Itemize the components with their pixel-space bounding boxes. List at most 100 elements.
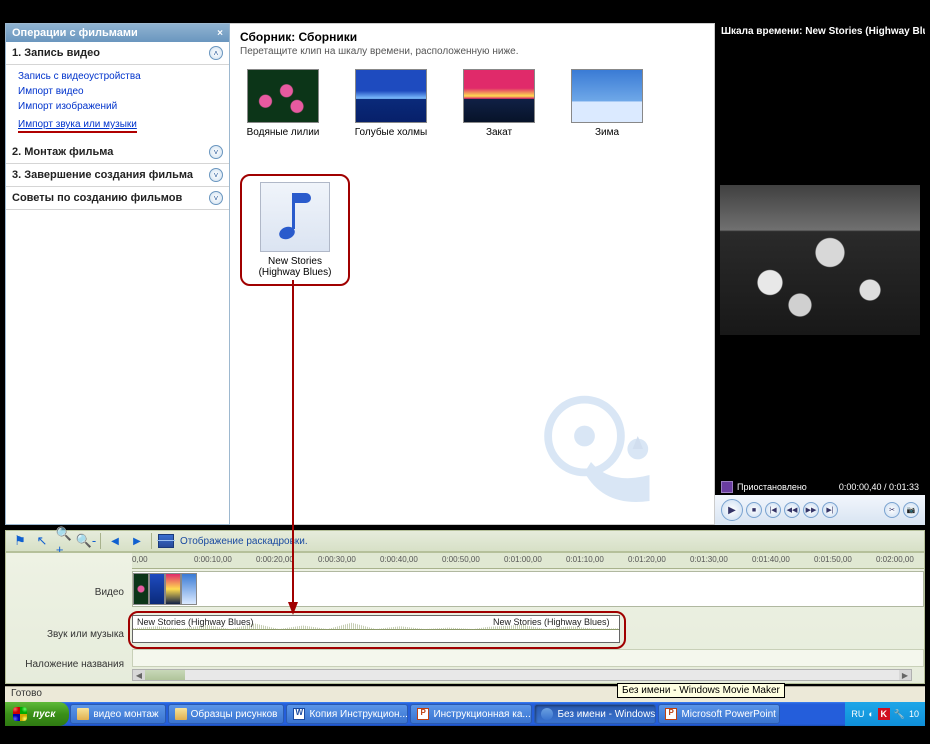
section-capture[interactable]: 1. Запись видео ˄ xyxy=(6,42,229,65)
ruler-tick: 0:00:50,00 xyxy=(442,555,480,564)
taskbar-item[interactable]: Образцы рисунков xyxy=(168,704,285,724)
audio-clip-label: New Stories (Highway Blues) xyxy=(248,256,342,278)
thumb-sunset[interactable]: Закат xyxy=(456,69,542,138)
ruler-tick: 0:01:50,00 xyxy=(814,555,852,564)
preview-time: 0:00:00,40 / 0:01:33 xyxy=(839,482,919,492)
play-timeline-icon[interactable]: ▶ xyxy=(129,533,145,549)
link-import-images[interactable]: Импорт изображений xyxy=(18,99,223,114)
chevron-down-icon: ˅ xyxy=(209,168,223,182)
section-tips[interactable]: Советы по созданию фильмов ˅ xyxy=(6,187,229,210)
thumb-label: Закат xyxy=(456,127,542,138)
video-clip[interactable] xyxy=(133,573,149,605)
chevron-down-icon: ˅ xyxy=(209,145,223,159)
folder-icon xyxy=(77,708,89,720)
video-clip[interactable] xyxy=(165,573,181,605)
thumb-image xyxy=(355,69,427,123)
audio-track[interactable]: New Stories (Highway Blues) New Stories … xyxy=(132,615,924,645)
taskbar-item[interactable]: Копия Инструкцион... xyxy=(286,704,408,724)
next-button[interactable]: ▶| xyxy=(822,502,838,518)
taskbar-item-active[interactable]: Без имени - Windows... xyxy=(534,704,656,724)
filmroll-decoration xyxy=(534,384,674,514)
link-import-video[interactable]: Импорт видео xyxy=(18,84,223,99)
start-label: пуск xyxy=(33,709,55,720)
zoom-in-icon[interactable]: 🔍+ xyxy=(56,533,72,549)
snapshot-button[interactable]: 📷 xyxy=(903,502,919,518)
zoom-out-icon[interactable]: 🔍- xyxy=(78,533,94,549)
moviemaker-icon xyxy=(541,708,553,720)
section-edit[interactable]: 2. Монтаж фильма ˅ xyxy=(6,141,229,164)
thumb-image xyxy=(571,69,643,123)
storyboard-icon[interactable] xyxy=(158,534,174,548)
preview-screen[interactable] xyxy=(715,40,925,479)
video-clip[interactable] xyxy=(149,573,165,605)
scroll-thumb[interactable] xyxy=(145,670,185,680)
timeline-panel: 0,00 0:00:10,00 0:00:20,00 0:00:30,00 0:… xyxy=(5,552,925,684)
tray-icon[interactable]: ◐ xyxy=(868,709,873,719)
word-icon xyxy=(293,708,305,720)
ruler-tick: 0:00:40,00 xyxy=(380,555,418,564)
scroll-right-icon[interactable]: ▶ xyxy=(899,670,911,680)
section-finish[interactable]: 3. Завершение создания фильма ˅ xyxy=(6,164,229,187)
scroll-left-icon[interactable]: ◀ xyxy=(133,670,145,680)
kaspersky-icon[interactable]: K xyxy=(878,708,890,720)
taskbar-label: видео монтаж xyxy=(93,709,158,720)
thumb-image xyxy=(247,69,319,123)
play-button[interactable]: ▶ xyxy=(721,499,743,521)
taskbar-item[interactable]: Инструкционная ка... xyxy=(410,704,532,724)
system-tray[interactable]: RU ◐ K 🔧 10 xyxy=(845,702,925,726)
thumb-hills[interactable]: Голубые холмы xyxy=(348,69,434,138)
link-import-audio[interactable]: Импорт звука или музыки xyxy=(18,117,137,133)
thumb-winter[interactable]: Зима xyxy=(564,69,650,138)
track-label-audio: Звук или музыка xyxy=(6,629,132,640)
thumb-label: Зима xyxy=(564,127,650,138)
audio-clip-item[interactable]: New Stories (Highway Blues) xyxy=(240,174,350,286)
title-track[interactable] xyxy=(132,649,924,667)
timeline-toolbar: ⚑ ↖ 🔍+ 🔍- ◀ ▶ Отображение раскадровки. xyxy=(5,530,925,552)
forward-button[interactable]: ▶▶ xyxy=(803,502,819,518)
sidebar-title: Операции с фильмами xyxy=(12,27,138,39)
storyboard-button[interactable]: Отображение раскадровки. xyxy=(180,536,308,547)
language-indicator[interactable]: RU xyxy=(851,709,864,719)
timeline-scrollbar[interactable]: ◀ ▶ xyxy=(132,669,912,681)
preview-controls: ▶ ■ |◀ ◀◀ ▶▶ ▶| ✂ 📷 xyxy=(715,495,925,525)
status-text: Готово xyxy=(11,688,42,699)
thumb-label: Голубые холмы xyxy=(348,127,434,138)
music-note-icon xyxy=(260,182,330,252)
video-track[interactable] xyxy=(132,571,924,607)
pointer-icon[interactable]: ↖ xyxy=(34,533,50,549)
chevron-up-icon: ˄ xyxy=(209,46,223,60)
video-clip[interactable] xyxy=(181,573,197,605)
ruler-tick: 0:01:00,00 xyxy=(504,555,542,564)
folder-icon xyxy=(175,708,187,720)
ruler-tick: 0:01:30,00 xyxy=(690,555,728,564)
rewind-timeline-icon[interactable]: ◀ xyxy=(107,533,123,549)
ruler-tick: 0:01:20,00 xyxy=(628,555,666,564)
link-capture-device[interactable]: Запись с видеоустройства xyxy=(18,69,223,84)
stop-button[interactable]: ■ xyxy=(746,502,762,518)
split-button[interactable]: ✂ xyxy=(884,502,900,518)
taskbar-item[interactable]: видео монтаж xyxy=(70,704,165,724)
start-button[interactable]: пуск xyxy=(5,702,69,726)
section-finish-title: 3. Завершение создания фильма xyxy=(12,169,193,181)
sidebar-header: Операции с фильмами × xyxy=(6,24,229,42)
status-bar: Готово xyxy=(5,686,925,702)
section-edit-title: 2. Монтаж фильма xyxy=(12,146,113,158)
rewind-button[interactable]: ◀◀ xyxy=(784,502,800,518)
tray-icon[interactable]: 🔧 xyxy=(894,709,905,720)
ruler-tick: 0,00 xyxy=(132,555,148,564)
thumb-lilies[interactable]: Водяные лилии xyxy=(240,69,326,138)
preview-status-bar: Приостановлено 0:00:00,40 / 0:01:33 xyxy=(715,479,925,495)
timeline-ruler[interactable]: 0,00 0:00:10,00 0:00:20,00 0:00:30,00 0:… xyxy=(132,553,924,569)
preview-status-text: Приостановлено xyxy=(737,482,807,492)
timeline-marker-icon[interactable]: ⚑ xyxy=(12,533,28,549)
track-label-video: Видео xyxy=(6,587,132,598)
prev-button[interactable]: |◀ xyxy=(765,502,781,518)
taskbar-item[interactable]: Microsoft PowerPoint ... xyxy=(658,704,780,724)
thumb-label: Водяные лилии xyxy=(240,127,326,138)
clock[interactable]: 10 xyxy=(909,709,919,719)
taskbar-label: Инструкционная ка... xyxy=(433,709,530,720)
taskbar-label: Копия Инструкцион... xyxy=(309,709,407,720)
taskbar-label: Без имени - Windows... xyxy=(557,709,656,720)
thumb-image xyxy=(463,69,535,123)
close-icon[interactable]: × xyxy=(217,28,223,39)
